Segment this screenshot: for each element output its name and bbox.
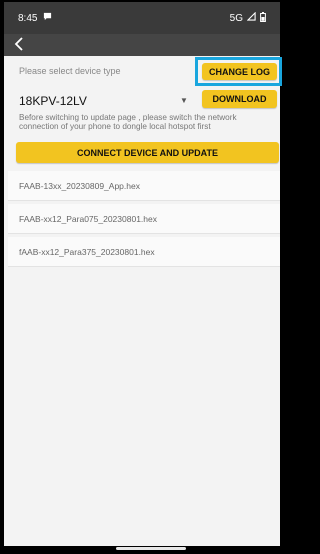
clock: 8:45 bbox=[18, 12, 38, 24]
hotspot-note: Before switching to update page , please… bbox=[19, 113, 237, 131]
status-time-group: 8:45 bbox=[18, 12, 52, 24]
signal-icon bbox=[246, 11, 256, 24]
status-right-group: 5G bbox=[229, 11, 266, 25]
device-type-prompt: Please select device type bbox=[19, 66, 121, 76]
network-label: 5G bbox=[229, 12, 243, 24]
dropdown-caret-icon: ▼ bbox=[180, 96, 188, 105]
chat-bubble-icon bbox=[43, 12, 52, 24]
device-type-value: 18KPV-12LV bbox=[19, 94, 87, 108]
change-log-button[interactable]: CHANGE LOG bbox=[202, 63, 277, 80]
back-button[interactable] bbox=[14, 35, 24, 56]
file-item[interactable]: FAAB-13xx_20230809_App.hex bbox=[8, 171, 280, 201]
phone-frame: 8:45 5G Please select device type CHANGE… bbox=[0, 0, 284, 554]
file-item[interactable]: fAAB-xx12_Para375_20230801.hex bbox=[8, 237, 280, 267]
download-button[interactable]: DOWNLOAD bbox=[202, 90, 277, 108]
battery-icon bbox=[260, 11, 266, 25]
home-gesture-bar[interactable] bbox=[116, 547, 186, 550]
app-bar bbox=[4, 34, 280, 56]
file-list: FAAB-13xx_20230809_App.hex FAAB-xx12_Par… bbox=[8, 171, 280, 270]
chevron-left-icon bbox=[14, 36, 23, 51]
main-content: Please select device type CHANGE LOG 18K… bbox=[4, 56, 282, 546]
connect-update-button[interactable]: CONNECT DEVICE AND UPDATE bbox=[16, 142, 279, 163]
file-item[interactable]: FAAB-xx12_Para075_20230801.hex bbox=[8, 204, 280, 234]
status-bar: 8:45 5G bbox=[4, 2, 280, 34]
